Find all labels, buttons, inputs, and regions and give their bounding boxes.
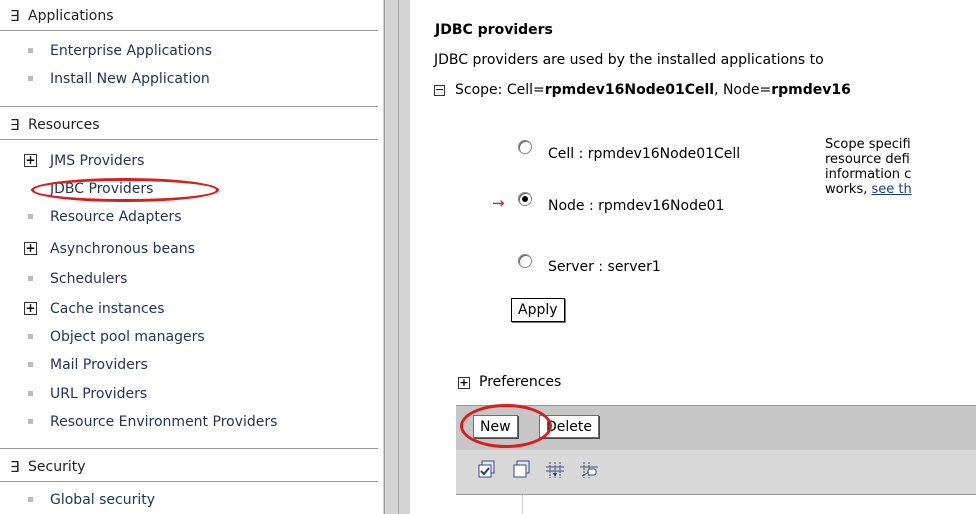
nav-item-label: Schedulers (50, 271, 128, 287)
bullet-icon (28, 497, 33, 502)
nav-item-label: Object pool managers (50, 329, 205, 345)
nav-section-label: Resources (28, 117, 100, 133)
page-title: JDBC providers (435, 22, 553, 38)
scope-help-text: Scope specifi resource defi information … (825, 137, 976, 197)
clear-filter-icon[interactable] (579, 460, 599, 480)
frame-divider[interactable] (383, 0, 410, 514)
page-description: JDBC providers are used by the installed… (434, 52, 824, 68)
scope-sep: , Node= (714, 82, 772, 98)
section-divider (0, 139, 378, 140)
content-pane: JDBC providers JDBC providers are used b… (410, 0, 976, 514)
help-line: works, see th (825, 182, 976, 197)
bullet-icon (28, 48, 33, 53)
collapse-icon[interactable]: ∃ (10, 458, 19, 476)
scope-cell: rpmdev16Node01Cell (544, 82, 715, 98)
nav-section-applications[interactable]: ∃ Applications (0, 4, 378, 26)
collapse-icon[interactable]: − (434, 84, 445, 96)
section-divider (0, 106, 378, 107)
bullet-icon (28, 419, 33, 424)
radio-label: Server : server1 (548, 259, 661, 275)
expand-icon[interactable]: + (24, 302, 37, 315)
nav-section-label: Applications (28, 8, 114, 24)
expand-icon[interactable]: + (24, 154, 37, 167)
help-line: resource defi (825, 152, 910, 167)
collapse-icon[interactable]: ∃ (10, 7, 19, 25)
nav-item-label: Resource Adapters (50, 209, 182, 225)
nav-item-label: Install New Application (50, 71, 210, 87)
select-all-icon[interactable] (477, 460, 497, 480)
nav-item-label: Enterprise Applications (50, 43, 212, 59)
navigation-tree: ∃ Applications Enterprise Applications I… (0, 0, 383, 514)
expand-icon[interactable]: + (458, 377, 470, 389)
highlight-circle (460, 404, 552, 448)
help-link[interactable]: see th (872, 182, 912, 197)
arrow-right-icon: → (492, 194, 505, 212)
nav-item-label: URL Providers (50, 386, 148, 402)
bullet-icon (28, 391, 33, 396)
nav-item-label: Asynchronous beans (50, 241, 195, 257)
help-tail: works, (825, 182, 872, 197)
expand-icon[interactable]: + (24, 242, 37, 255)
radio-button[interactable] (518, 192, 532, 206)
nav-item-label: Mail Providers (50, 357, 148, 373)
bullet-icon (28, 276, 33, 281)
nav-section-label: Security (28, 459, 86, 475)
deselect-all-icon[interactable] (512, 460, 532, 480)
nav-section-resources[interactable]: ∃ Resources (0, 113, 378, 135)
help-line: Scope specifi (825, 137, 911, 152)
nav-item-label: Global security (50, 492, 156, 508)
nav-item-label: Cache instances (50, 301, 165, 317)
nav-item-label: Resource Environment Providers (50, 414, 278, 430)
radio-button[interactable] (518, 140, 532, 154)
bullet-icon (28, 362, 33, 367)
scope-node: rpmdev16 (771, 82, 851, 98)
nav-section-security[interactable]: ∃ Security (0, 455, 378, 477)
radio-button[interactable] (518, 254, 532, 268)
section-divider (0, 30, 378, 31)
apply-button[interactable]: Apply (511, 298, 565, 322)
scope-summary: − Scope: Cell=rpmdev16Node01Cell, Node=rp… (434, 82, 851, 98)
table-header-row (456, 494, 976, 514)
nav-item-label: JMS Providers (50, 153, 145, 169)
radio-label: Cell : rpmdev16Node01Cell (548, 146, 741, 162)
scope-prefix: Scope: Cell= (455, 82, 545, 98)
bullet-icon (28, 334, 33, 339)
bullet-icon (28, 76, 33, 81)
preferences-label: Preferences (479, 374, 562, 390)
show-filter-icon[interactable] (545, 460, 565, 480)
highlight-circle (31, 178, 219, 202)
radio-label: Node : rpmdev16Node01 (548, 198, 725, 214)
preferences-toggle[interactable]: + Preferences (458, 374, 561, 390)
collapse-icon[interactable]: ∃ (10, 116, 19, 134)
section-divider (0, 481, 378, 482)
icon-toolbar (456, 450, 976, 494)
section-divider (0, 448, 378, 449)
bullet-icon (28, 214, 33, 219)
help-line: information c (825, 167, 912, 182)
